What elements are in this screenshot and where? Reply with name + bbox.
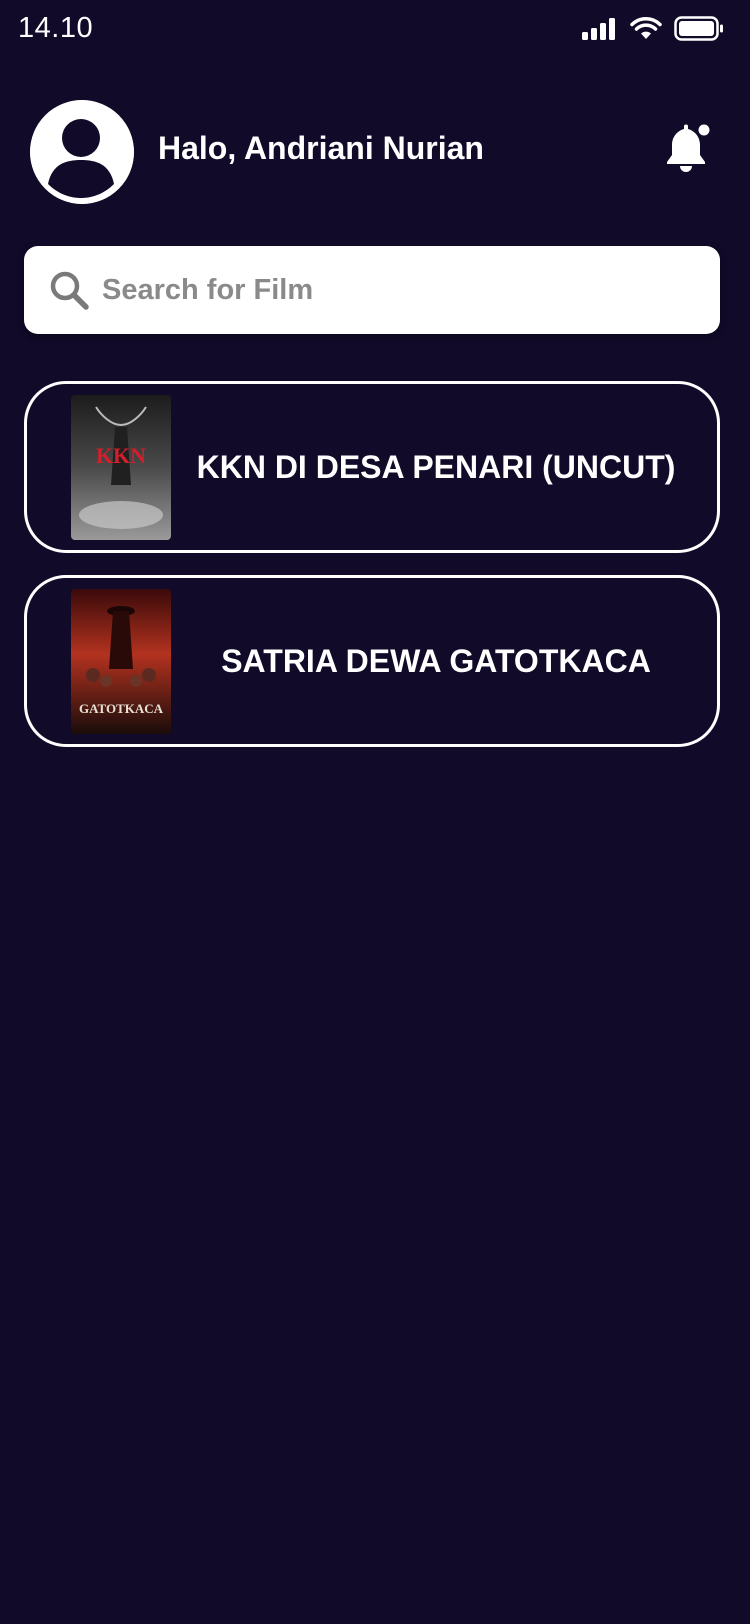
film-poster: GATOTKACA (71, 588, 171, 734)
avatar[interactable] (30, 100, 134, 204)
bell-icon (667, 121, 713, 172)
film-card[interactable]: KKN KKN DI DESA PENARI (UNCUT) (24, 381, 720, 553)
poster-title: GATOTKACA (79, 701, 164, 716)
search-bar[interactable] (24, 246, 720, 334)
film-title: KKN DI DESA PENARI (UNCUT) (196, 448, 676, 485)
status-bar: 14.10 (0, 0, 750, 60)
film-card[interactable]: GATOTKACA SATRIA DEWA GATOTKACA (24, 575, 720, 747)
wifi-icon (630, 17, 662, 39)
user-avatar-icon (30, 100, 134, 204)
status-time: 14.10 (18, 12, 94, 44)
search-input[interactable] (100, 259, 684, 321)
notification-button[interactable] (662, 121, 713, 174)
signal-icon (582, 18, 615, 40)
status-icons (582, 16, 724, 42)
search-icon (50, 271, 89, 310)
film-poster: KKN (71, 394, 171, 540)
greeting-text: Halo, Andriani Nurian (158, 130, 484, 166)
film-title: SATRIA DEWA GATOTKACA (221, 642, 651, 679)
poster-title: KKN (96, 443, 146, 468)
battery-icon (674, 16, 723, 41)
